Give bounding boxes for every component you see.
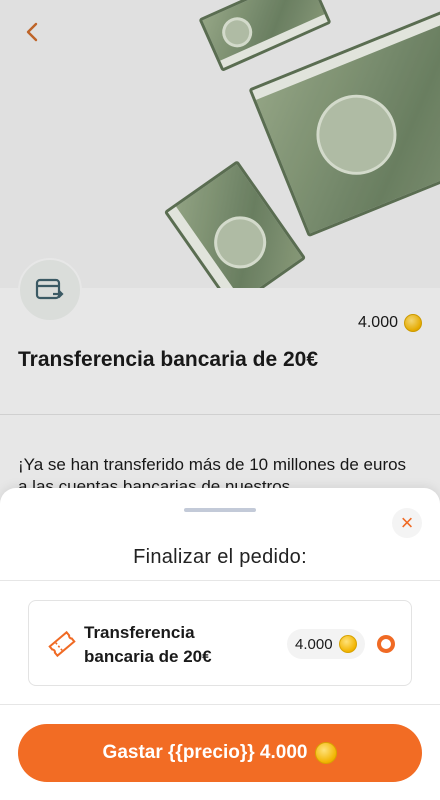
- screen: 4.000 Transferencia bancaria de 20€ ¡Ya …: [0, 0, 440, 800]
- divider: [0, 704, 440, 705]
- order-item-price-value: 4.000: [295, 635, 333, 653]
- coin-icon: [338, 635, 357, 653]
- divider: [0, 580, 440, 581]
- spend-button[interactable]: Gastar {{precio}} 4.000: [18, 724, 422, 782]
- ticket-icon: [48, 630, 76, 658]
- radio-selected-icon[interactable]: [377, 635, 395, 653]
- sheet-drag-handle[interactable]: [184, 508, 256, 512]
- close-icon: ×: [400, 510, 414, 535]
- order-item-name: Transferencia bancaria de 20€: [84, 623, 212, 666]
- spend-button-label: Gastar {{precio}} 4.000: [102, 742, 308, 763]
- order-item-card[interactable]: Transferencia bancaria de 20€ 4.000: [28, 600, 412, 686]
- coin-icon: [315, 742, 338, 764]
- sheet-title: Finalizar el pedido:: [133, 546, 307, 568]
- order-item-price: 4.000: [287, 629, 365, 659]
- checkout-sheet: × Finalizar el pedido: Transferencia ban…: [0, 488, 440, 800]
- close-button[interactable]: ×: [392, 508, 422, 538]
